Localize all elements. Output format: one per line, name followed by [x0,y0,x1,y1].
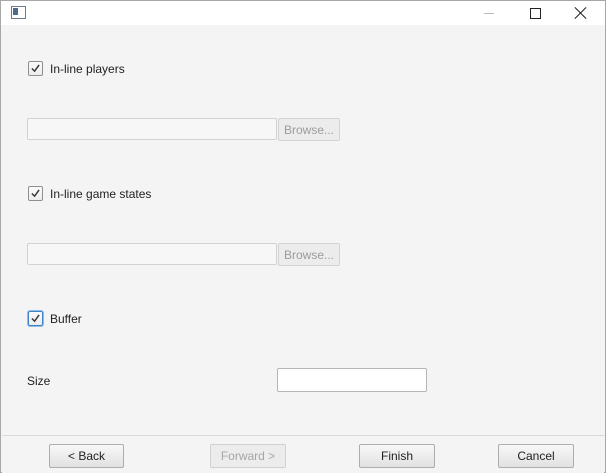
size-input[interactable] [277,368,427,392]
title-bar [1,1,605,25]
checkmark-icon [31,189,40,198]
close-button[interactable] [558,1,604,25]
finish-button[interactable]: Finish [359,444,435,468]
inline-players-browse-button[interactable]: Browse... [278,118,340,141]
close-icon [575,7,587,19]
inline-game-states-checkbox[interactable] [28,186,43,201]
checkmark-icon [31,314,40,323]
inline-game-states-path-field[interactable] [27,243,277,265]
inline-players-checkbox[interactable] [28,61,43,76]
inline-players-label: In-line players [50,61,125,76]
buffer-label: Buffer [50,311,82,326]
buffer-checkbox[interactable] [28,311,43,326]
cancel-button[interactable]: Cancel [498,444,574,468]
minimize-icon [484,12,494,14]
wizard-footer: < Back Forward > Finish Cancel [2,435,604,473]
wizard-content: In-line players Browse... In-line game s… [2,26,604,434]
size-label: Size [27,374,51,388]
minimize-button[interactable] [466,1,512,25]
inline-game-states-option[interactable]: In-line game states [28,186,151,201]
wizard-window: In-line players Browse... In-line game s… [0,0,606,473]
maximize-button[interactable] [512,1,558,25]
app-icon [11,6,26,19]
back-button[interactable]: < Back [49,444,124,468]
forward-button[interactable]: Forward > [210,444,286,468]
buffer-option[interactable]: Buffer [28,311,82,326]
inline-game-states-label: In-line game states [50,186,152,201]
maximize-icon [529,7,541,19]
checkmark-icon [31,64,40,73]
inline-players-option[interactable]: In-line players [28,61,125,76]
inline-game-states-browse-button[interactable]: Browse... [278,243,340,266]
inline-players-path-field[interactable] [27,118,277,140]
